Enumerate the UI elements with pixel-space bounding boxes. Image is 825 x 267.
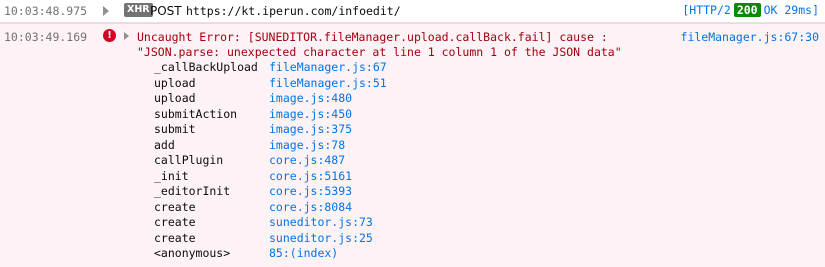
status-code-badge: 200 <box>733 3 761 17</box>
frame-function: callPlugin <box>154 153 224 167</box>
network-log-row[interactable]: 10:03:48.975 XHR POST https://kt.iperun.… <box>0 0 825 23</box>
frame-location-link[interactable]: core.js:8084 <box>269 200 352 216</box>
frame-location-link[interactable]: suneditor.js:73 <box>269 215 373 231</box>
xhr-badge: XHR <box>124 3 153 17</box>
error-icon: ! <box>103 29 116 42</box>
frame-function: create <box>154 199 196 214</box>
timestamp: 10:03:48.975 <box>4 4 88 18</box>
frame-function: add <box>154 137 175 152</box>
protocol-label: [HTTP/2 <box>682 3 731 17</box>
frame-location-link[interactable]: fileManager.js:51 <box>269 76 387 92</box>
error-message: Uncaught Error: [SUNEDITOR.fileManager.u… <box>137 30 622 60</box>
frame-function: <anonymous> <box>154 246 231 260</box>
frame-function: upload <box>154 91 196 105</box>
frame-location-link[interactable]: image.js:78 <box>269 138 345 154</box>
frame-location-link[interactable]: image.js:375 <box>269 122 352 138</box>
frame-location-link[interactable]: core.js:5393 <box>269 184 352 200</box>
frame-function: submit <box>154 122 196 136</box>
frame-function: create <box>154 215 196 229</box>
request-url[interactable]: https://kt.iperun.com/infoedit/ <box>186 4 401 18</box>
response-status[interactable]: [HTTP/2 200 OK 29ms] <box>682 3 819 17</box>
error-message-line: Uncaught Error: [SUNEDITOR.fileManager.u… <box>137 30 608 44</box>
frame-function: _editorInit <box>154 184 231 198</box>
frame-function: submitAction <box>154 106 238 121</box>
frame-location-link[interactable]: image.js:450 <box>269 107 352 123</box>
expand-caret-icon[interactable] <box>103 6 109 16</box>
frame-location-link[interactable]: core.js:487 <box>269 153 345 169</box>
frame-location-link[interactable]: image.js:480 <box>269 91 352 107</box>
request-method: POST <box>150 4 182 18</box>
frame-function: create <box>154 230 196 245</box>
error-message-line: "JSON.parse: unexpected character at lin… <box>137 45 622 59</box>
timestamp: 10:03:49.169 <box>4 30 88 44</box>
status-text: OK 29ms] <box>763 3 819 17</box>
error-source-link[interactable]: fileManager.js:67:30 <box>681 30 819 44</box>
frame-location-link[interactable]: fileManager.js:67 <box>269 60 387 76</box>
frame-function: _init <box>154 168 189 183</box>
frame-location-link[interactable]: 85:(index) <box>269 246 338 262</box>
frame-function: upload <box>154 75 196 90</box>
frame-location-link[interactable]: core.js:5161 <box>269 169 352 185</box>
error-log-row[interactable]: 10:03:49.169 ! Uncaught Error: [SUNEDITO… <box>0 23 825 267</box>
frame-location-link[interactable]: suneditor.js:25 <box>269 231 373 247</box>
expand-caret-icon[interactable] <box>124 32 129 40</box>
frame-function: _callBackUpload <box>154 60 258 74</box>
